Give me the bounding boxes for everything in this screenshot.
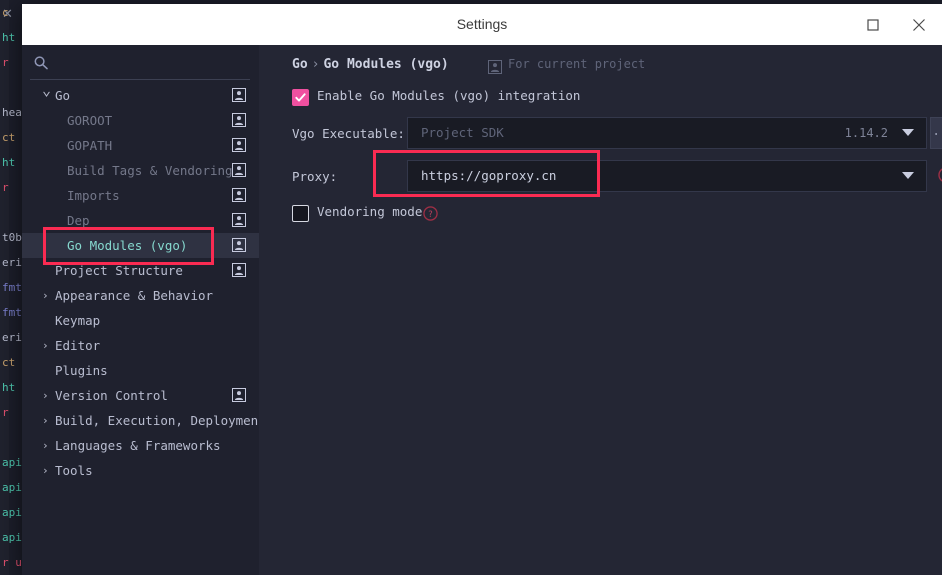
settings-dialog: Settings ⌄ Go GOROOT GOPATH Build Tags &… (22, 4, 942, 575)
person-icon (232, 188, 246, 202)
square-icon (867, 18, 879, 31)
breadcrumb-leaf: Go Modules (vgo) (323, 57, 449, 72)
chevron-down-icon[interactable] (902, 172, 914, 179)
ellipsis-icon: ... (932, 124, 942, 139)
sidebar-item-label: Build, Execution, Deployment (55, 413, 266, 428)
sidebar-item-languages-frameworks[interactable]: › Languages & Frameworks (22, 433, 259, 458)
svg-text:?: ? (428, 209, 432, 219)
person-icon (232, 163, 246, 177)
sidebar-item-goroot[interactable]: GOROOT (22, 108, 259, 133)
sidebar-item-project-structure[interactable]: Project Structure (22, 258, 259, 283)
person-icon (232, 113, 246, 127)
sidebar-item-label: Dep (67, 213, 90, 228)
sidebar-item-label: Go (55, 88, 71, 103)
help-icon[interactable]: ? (938, 167, 942, 183)
close-icon (913, 18, 925, 31)
sidebar-item-go[interactable]: ⌄ Go (22, 81, 259, 108)
settings-content: Go › Go Modules (vgo) For current project (259, 45, 942, 575)
proxy-field[interactable]: https://goproxy.cn (407, 160, 927, 192)
dialog-titlebar: Settings (22, 4, 942, 45)
search-underline (30, 79, 250, 80)
sidebar-item-label: Project Structure (55, 263, 183, 278)
sidebar-item-label: Go Modules (vgo) (67, 238, 188, 253)
dialog-body: ⌄ Go GOROOT GOPATH Build Tags & Vendoring Imp… (22, 45, 942, 575)
sidebar-item-go-modules-vgo[interactable]: Go Modules (vgo) (22, 233, 259, 258)
for-current-project-label: For current project (508, 57, 646, 71)
chevron-right-icon[interactable]: › (42, 458, 49, 483)
sidebar-item-keymap[interactable]: Keymap (22, 308, 259, 333)
sidebar-item-plugins[interactable]: Plugins (22, 358, 259, 383)
chevron-right-icon[interactable]: › (42, 383, 49, 408)
vendoring-mode-label: Vendoring mode (317, 204, 423, 219)
sidebar-item-editor[interactable]: › Editor (22, 333, 259, 358)
vgo-executable-field[interactable]: Project SDK 1.14.2 (407, 117, 927, 149)
help-icon[interactable]: ? (423, 206, 438, 221)
settings-sidebar: ⌄ Go GOROOT GOPATH Build Tags & Vendoring Imp… (22, 45, 266, 575)
sidebar-item-dep[interactable]: Dep (22, 208, 259, 233)
sidebar-item-label: GOROOT (67, 113, 113, 128)
search-row[interactable] (22, 45, 259, 80)
chevron-right-icon[interactable]: › (42, 333, 49, 358)
chevron-down-icon[interactable] (902, 129, 914, 136)
sidebar-item-label: Plugins (55, 363, 108, 378)
breadcrumb-root[interactable]: Go (292, 57, 308, 72)
sidebar-item-imports[interactable]: Imports (22, 183, 259, 208)
sidebar-item-build-tags-vendoring[interactable]: Build Tags & Vendoring (22, 158, 259, 183)
person-icon (232, 138, 246, 152)
chevron-right-icon[interactable]: › (42, 408, 49, 433)
screen: ✕ c ht r hea ct ht r t0b eri fmt fmt eri ct ht r api api… (0, 0, 942, 575)
sidebar-item-gopath[interactable]: GOPATH (22, 133, 259, 158)
sidebar-item-label: Build Tags & Vendoring (67, 163, 233, 178)
vgo-executable-placeholder: Project SDK (421, 125, 504, 140)
search-input[interactable] (54, 52, 248, 74)
check-icon (295, 93, 306, 102)
proxy-value: https://goproxy.cn (421, 168, 557, 183)
maximize-button[interactable] (850, 4, 896, 45)
enable-go-modules-checkbox[interactable] (292, 89, 309, 106)
search-icon[interactable] (33, 55, 49, 71)
breadcrumb-separator: › (311, 57, 320, 72)
sidebar-item-label: Editor (55, 338, 101, 353)
sidebar-item-label: Tools (55, 463, 93, 478)
person-icon (488, 60, 502, 74)
vgo-executable-version: 1.14.2 (844, 126, 888, 140)
person-icon (232, 88, 246, 102)
sidebar-item-label: Languages & Frameworks (55, 438, 221, 453)
chevron-down-icon[interactable]: ⌄ (42, 78, 51, 103)
vendoring-mode-checkbox[interactable] (292, 205, 309, 222)
person-icon (232, 238, 246, 252)
sidebar-item-appearance-behavior[interactable]: › Appearance & Behavior (22, 283, 259, 308)
chevron-right-icon[interactable]: › (42, 283, 49, 308)
person-icon (232, 388, 246, 402)
sidebar-item-tools[interactable]: › Tools (22, 458, 259, 483)
sidebar-item-label: Keymap (55, 313, 101, 328)
sidebar-item-label: GOPATH (67, 138, 113, 153)
proxy-label: Proxy: (292, 169, 338, 184)
sidebar-item-label: Imports (67, 188, 120, 203)
close-button[interactable] (896, 4, 942, 45)
sidebar-item-version-control[interactable]: › Version Control (22, 383, 259, 408)
vgo-executable-browse-button[interactable]: ... (930, 117, 942, 149)
sidebar-item-label: Version Control (55, 388, 168, 403)
enable-go-modules-label: Enable Go Modules (vgo) integration (317, 88, 581, 103)
breadcrumb: Go › Go Modules (vgo) (292, 57, 449, 72)
settings-tree[interactable]: ⌄ Go GOROOT GOPATH Build Tags & Vendoring Imp… (22, 81, 266, 575)
vgo-executable-label: Vgo Executable: (292, 126, 405, 141)
person-icon (232, 213, 246, 227)
person-icon (232, 263, 246, 277)
sidebar-item-build-execution-deployment[interactable]: › Build, Execution, Deployment (22, 408, 266, 433)
chevron-right-icon[interactable]: › (42, 433, 49, 458)
dialog-title: Settings (456, 16, 508, 32)
sidebar-item-label: Appearance & Behavior (55, 288, 214, 303)
